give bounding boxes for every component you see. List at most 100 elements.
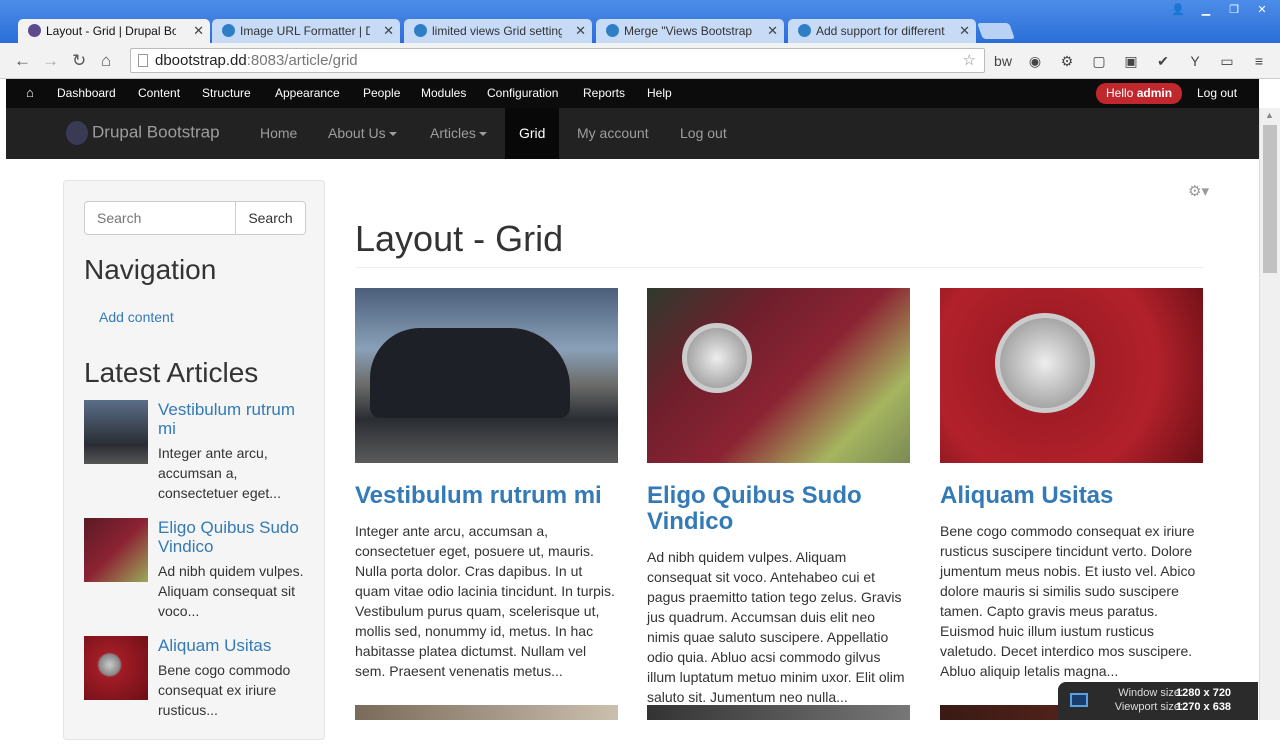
nav-home[interactable]: Home xyxy=(260,125,297,141)
card-summary: Integer ante arcu, accumsan a, consectet… xyxy=(355,523,615,679)
tab-title: Layout - Grid | Drupal Boo xyxy=(46,24,176,38)
color-picker-extension-icon[interactable]: ◉ xyxy=(1025,51,1045,71)
nav-articles[interactable]: Articles xyxy=(430,125,487,141)
latest-article-title[interactable]: Eligo Quibus Sudo Vindico xyxy=(158,518,308,556)
card-title[interactable]: Vestibulum rutrum mi xyxy=(355,483,618,509)
brand-name: Drupal Bootstrap xyxy=(92,122,220,142)
car-shape xyxy=(370,328,570,418)
browser-tab[interactable]: Add support for different ✕ xyxy=(788,19,976,43)
window-controls: 👤 ▁ ❐ ✕ xyxy=(1166,2,1274,18)
greeting-prefix: Hello xyxy=(1106,86,1137,100)
new-tab-button[interactable] xyxy=(977,23,1015,39)
latest-article-summary: Bene cogo commodo consequat ex iriure ru… xyxy=(158,662,291,718)
next-row-image[interactable] xyxy=(647,705,910,720)
admin-menu-appearance[interactable]: Appearance xyxy=(275,86,340,100)
admin-menu-reports[interactable]: Reports xyxy=(583,86,625,100)
drupal-favicon-icon xyxy=(28,24,41,37)
card-summary: Bene cogo commodo consequat ex iriure ru… xyxy=(940,523,1196,679)
article-thumbnail[interactable] xyxy=(84,518,148,582)
browser-toolbar: ← → ↻ ⌂ dbootstrap.dd:8083/article/grid … xyxy=(0,43,1280,79)
admin-menu-help[interactable]: Help xyxy=(647,86,672,100)
nav-log-out[interactable]: Log out xyxy=(680,125,727,141)
browser-tab[interactable]: limited views Grid setting ✕ xyxy=(404,19,592,43)
car-image[interactable] xyxy=(355,288,618,463)
close-tab-icon[interactable]: ✕ xyxy=(383,19,394,43)
drupal-favicon-icon xyxy=(222,24,235,37)
drupal-favicon-icon xyxy=(798,24,811,37)
latest-article-summary: Integer ante arcu, accumsan a, consectet… xyxy=(158,445,281,501)
car-image[interactable] xyxy=(940,288,1203,463)
scrollbar-thumb[interactable] xyxy=(1263,125,1277,273)
drupal-logo-icon xyxy=(66,121,88,145)
site-brand[interactable]: Drupal Bootstrap xyxy=(66,121,220,145)
admin-menu-content[interactable]: Content xyxy=(138,86,180,100)
article-thumbnail[interactable] xyxy=(84,400,148,464)
nav-about-us-label: About Us xyxy=(328,125,386,141)
search-input[interactable] xyxy=(84,201,236,235)
home-icon[interactable]: ⌂ xyxy=(101,51,111,71)
grid-card: Vestibulum rutrum mi Integer ante arcu, … xyxy=(355,288,618,681)
admin-menu-people[interactable]: People xyxy=(363,86,400,100)
close-window-icon[interactable]: ✕ xyxy=(1250,2,1274,18)
caret-down-icon xyxy=(478,132,487,137)
latest-article-title[interactable]: Aliquam Usitas xyxy=(158,636,308,655)
chrome-menu-icon[interactable]: ≡ xyxy=(1249,51,1269,71)
page-scrollbar[interactable]: ▲ xyxy=(1259,108,1280,720)
latest-article-item: Vestibulum rutrum mi Integer ante arcu, … xyxy=(84,400,314,510)
close-tab-icon[interactable]: ✕ xyxy=(575,19,586,43)
reload-icon[interactable]: ↻ xyxy=(72,51,86,71)
close-tab-icon[interactable]: ✕ xyxy=(193,19,204,43)
search-button[interactable]: Search xyxy=(236,201,306,235)
card-title[interactable]: Eligo Quibus Sudo Vindico xyxy=(647,483,910,535)
window-size-overlay: Window size: 1280 x 720 Viewport size: 1… xyxy=(1058,682,1258,720)
screen-capture-extension-icon[interactable]: ▢ xyxy=(1089,51,1109,71)
nav-about-us[interactable]: About Us xyxy=(328,125,397,141)
close-tab-icon[interactable]: ✕ xyxy=(959,19,970,43)
article-thumbnail[interactable] xyxy=(84,636,148,700)
next-row-image[interactable] xyxy=(355,705,618,720)
scroll-up-icon[interactable]: ▲ xyxy=(1265,110,1274,120)
mouse-cursor-icon xyxy=(1186,239,1210,263)
browser-tab[interactable]: Image URL Formatter | Dr ✕ xyxy=(212,19,400,43)
admin-menu-modules[interactable]: Modules xyxy=(421,86,466,100)
user-greeting[interactable]: Hello admin xyxy=(1096,83,1183,104)
address-bar[interactable]: dbootstrap.dd:8083/article/grid ☆ xyxy=(130,48,985,73)
admin-menu-configuration[interactable]: Configuration xyxy=(487,86,558,100)
bookmark-star-icon[interactable]: ☆ xyxy=(963,49,976,72)
back-icon[interactable]: ← xyxy=(14,51,31,71)
y-extension-icon[interactable]: Y xyxy=(1185,51,1205,71)
maximize-icon[interactable]: ❐ xyxy=(1222,2,1246,18)
check-extension-icon[interactable]: ✔ xyxy=(1153,51,1173,71)
nav-my-account[interactable]: My account xyxy=(577,125,649,141)
car-image[interactable] xyxy=(647,288,910,463)
window-size-label: Window size: xyxy=(1118,687,1183,699)
admin-menu-structure[interactable]: Structure xyxy=(202,86,251,100)
sidebar: Search Navigation Add content Latest Art… xyxy=(63,180,325,740)
page-title: Layout - Grid xyxy=(355,218,564,259)
card-title[interactable]: Aliquam Usitas xyxy=(940,483,1203,509)
minimize-icon[interactable]: ▁ xyxy=(1194,2,1218,18)
browser-tab[interactable]: Merge "Views Bootstrap R ✕ xyxy=(596,19,784,43)
tab-title: Image URL Formatter | Dr xyxy=(240,24,370,38)
browser-tab-strip: Layout - Grid | Drupal Boo ✕ Image URL F… xyxy=(0,0,1280,43)
admin-menu-dashboard[interactable]: Dashboard xyxy=(57,86,116,100)
window-size-value: 1280 x 720 xyxy=(1176,687,1232,699)
latest-article-title[interactable]: Vestibulum rutrum mi xyxy=(158,400,308,438)
nav-grid[interactable]: Grid xyxy=(505,108,560,159)
browser-tab[interactable]: Layout - Grid | Drupal Boo ✕ xyxy=(18,19,210,43)
cast-icon[interactable]: ▭ xyxy=(1217,51,1237,71)
evernote-extension-icon[interactable]: ▣ xyxy=(1121,51,1141,71)
admin-home-icon[interactable]: ⌂ xyxy=(26,85,34,100)
tab-title: limited views Grid setting xyxy=(432,24,562,38)
close-tab-icon[interactable]: ✕ xyxy=(767,19,778,43)
bw-extension-icon[interactable]: bw xyxy=(993,51,1013,71)
admin-logout-link[interactable]: Log out xyxy=(1197,86,1237,100)
tab-title: Merge "Views Bootstrap R xyxy=(624,24,754,38)
forward-icon[interactable]: → xyxy=(42,51,59,71)
user-icon[interactable]: 👤 xyxy=(1166,2,1190,18)
settings-extension-icon[interactable]: ⚙ xyxy=(1057,51,1077,71)
contextual-gear-icon[interactable]: ⚙▾ xyxy=(1188,182,1209,200)
add-content-link[interactable]: Add content xyxy=(99,309,174,325)
grid-card: Eligo Quibus Sudo Vindico Ad nibh quidem… xyxy=(647,288,910,707)
drupal-favicon-icon xyxy=(606,24,619,37)
